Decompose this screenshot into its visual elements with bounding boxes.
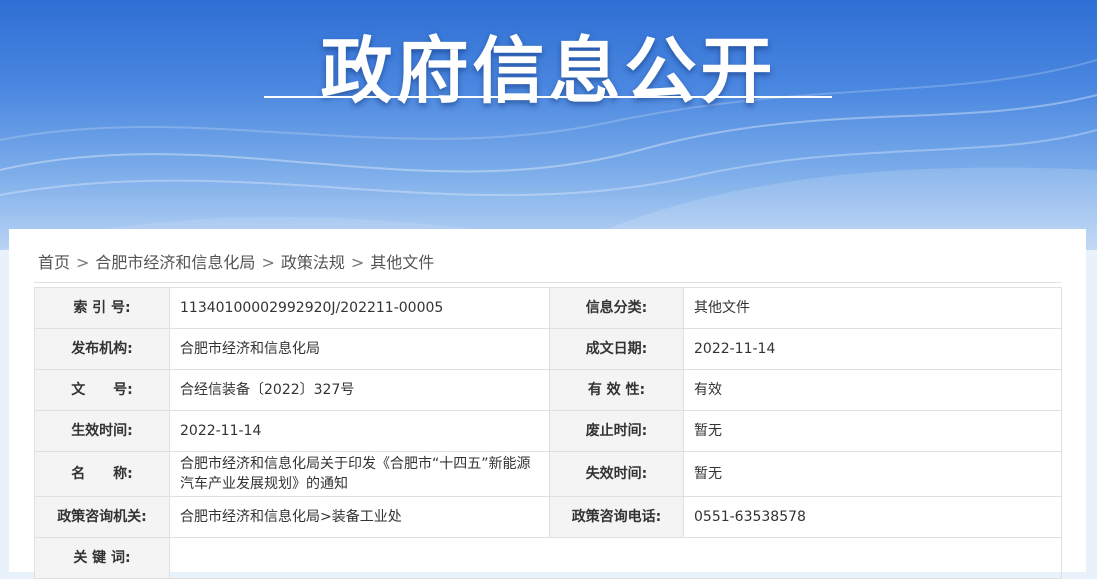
breadcrumb-separator: >: [261, 253, 275, 272]
table-row: 索 引 号: 11340100002992920J/202211-00005 信…: [34, 287, 1062, 329]
breadcrumb-home-link[interactable]: 首页: [38, 253, 70, 272]
repeal-value: 暂无: [683, 410, 1062, 452]
table-row: 生效时间: 2022-11-14 废止时间: 暂无: [34, 410, 1062, 452]
breadcrumb-bureau-link[interactable]: 合肥市经济和信息化局: [95, 253, 255, 272]
banner-title: 政府信息公开: [320, 29, 777, 113]
breadcrumb-separator: >: [350, 253, 365, 272]
validity-label: 有 效 性:: [549, 369, 684, 411]
breadcrumb: 首页 > 合肥市经济和信息化局 > 政策法规 > 其他文件: [38, 249, 434, 273]
category-value: 其他文件: [683, 287, 1062, 329]
breadcrumb-other-docs-link[interactable]: 其他文件: [370, 253, 434, 272]
table-row: 文 号: 合经信装备〔2022〕327号 有 效 性: 有效: [34, 369, 1062, 411]
effective-value: 2022-11-14: [169, 410, 550, 452]
date-value: 2022-11-14: [683, 328, 1062, 370]
content-panel: 首页 > 合肥市经济和信息化局 > 政策法规 > 其他文件 索 引 号: 113401000…: [9, 229, 1086, 579]
date-label: 成文日期:: [549, 328, 684, 370]
docno-label: 文 号:: [34, 369, 170, 411]
consult-org-value: 合肥市经济和信息化局>装备工业处: [169, 496, 550, 538]
breadcrumb-divider: [34, 282, 1061, 283]
consult-tel-value: 0551-63538578: [683, 496, 1062, 538]
table-row: 名 称: 合肥市经济和信息化局关于印发《合肥市“十四五”新能源汽车产业发展规划》…: [34, 451, 1062, 497]
table-row: 发布机构: 合肥市经济和信息化局 成文日期: 2022-11-14: [34, 328, 1062, 370]
publisher-label: 发布机构:: [34, 328, 170, 370]
category-label: 信息分类:: [549, 287, 684, 329]
breadcrumb-policy-link[interactable]: 政策法规: [281, 253, 345, 272]
index-value: 11340100002992920J/202211-00005: [169, 287, 550, 329]
expire-label: 失效时间:: [549, 451, 684, 497]
effective-label: 生效时间:: [34, 410, 170, 452]
consult-tel-label: 政策咨询电话:: [549, 496, 684, 538]
keywords-label: 关 键 词:: [34, 537, 170, 579]
consult-org-label: 政策咨询机关:: [34, 496, 170, 538]
name-label: 名 称:: [34, 451, 170, 497]
repeal-label: 废止时间:: [549, 410, 684, 452]
publisher-value: 合肥市经济和信息化局: [169, 328, 550, 370]
name-value: 合肥市经济和信息化局关于印发《合肥市“十四五”新能源汽车产业发展规划》的通知: [169, 451, 550, 497]
expire-value: 暂无: [683, 451, 1062, 497]
validity-value: 有效: [683, 369, 1062, 411]
table-row: 政策咨询机关: 合肥市经济和信息化局>装备工业处 政策咨询电话: 0551-63…: [34, 496, 1062, 538]
keywords-value: [169, 537, 1062, 579]
document-info-table: 索 引 号: 11340100002992920J/202211-00005 信…: [34, 287, 1062, 579]
table-row: 关 键 词:: [34, 537, 1062, 579]
breadcrumb-separator: >: [76, 253, 90, 272]
docno-value: 合经信装备〔2022〕327号: [169, 369, 550, 411]
header-banner: 政府信息公开: [0, 0, 1097, 250]
index-label: 索 引 号:: [34, 287, 170, 329]
banner-underline: [264, 96, 832, 98]
